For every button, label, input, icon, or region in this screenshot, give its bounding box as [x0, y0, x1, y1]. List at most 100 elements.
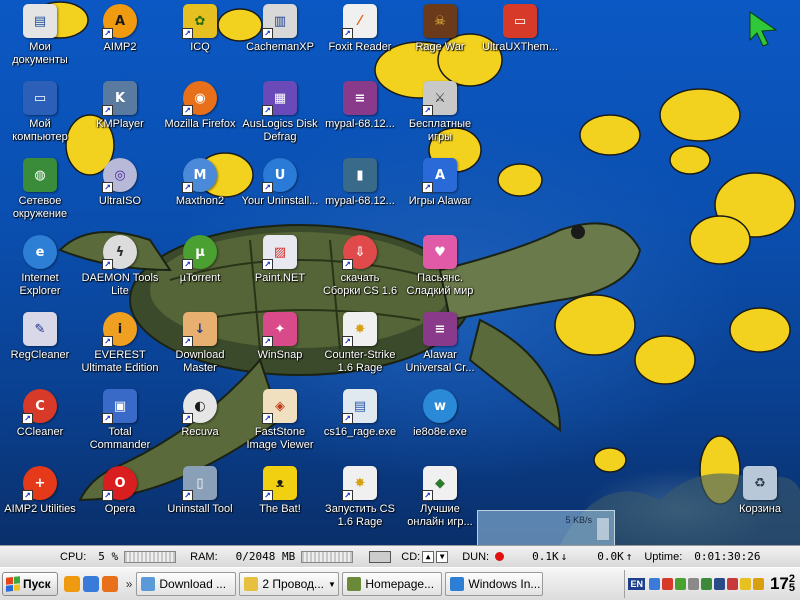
desktop-icon-network[interactable]: ◍ Сетевое окружение [1, 156, 79, 228]
task-homepage[interactable]: Homepage... [342, 572, 443, 596]
firefox-quicklaunch-icon[interactable] [101, 576, 118, 592]
desktop-icon-icq[interactable]: ✿ ↗ ICQ [161, 2, 239, 74]
online-games-icon: ◆ ↗ [422, 466, 457, 501]
drive-icon[interactable] [369, 550, 392, 563]
desktop-icon-download-master[interactable]: ↓ ↗ Download Master [161, 310, 239, 382]
desktop-icon-cs16-exe[interactable]: ▤ ↗ cs16_rage.exe [321, 387, 399, 459]
desktop-icon-cachemanxp[interactable]: ▥ ↗ CachemanXP [241, 2, 319, 74]
network-speed-widget[interactable]: 5 KB/s [477, 510, 615, 545]
clock[interactable]: 17 2 5 [770, 574, 795, 594]
desktop-icon-utorrent[interactable]: µ ↗ µTorrent [161, 233, 239, 305]
desktop-icon-solitaire[interactable]: ♥ Пасьянс. Сладкий мир [401, 233, 479, 305]
shortcut-arrow-icon: ↗ [182, 182, 193, 193]
desktop-icon-recycle-bin[interactable]: ♻ Корзина [721, 464, 799, 536]
task-download-master[interactable]: Download ... [136, 572, 237, 596]
uptime-label: Uptime: [644, 550, 683, 563]
desktop-icon-mypal-folder[interactable]: ▮ mypal-68.12... [321, 156, 399, 228]
quick-launch-overflow-button[interactable]: » [126, 577, 133, 591]
dun-download-value: 0.1K [532, 550, 559, 563]
desktop-icon-my-documents[interactable]: ▤ Мои документы [1, 2, 79, 74]
ie8-exe-icon: w [423, 389, 457, 423]
desktop-icon-auslogics-defrag[interactable]: ▦ ↗ AusLogics Disk Defrag [241, 79, 319, 151]
winrar-archive-icon: ≡ [343, 81, 377, 115]
solitaire-icon: ♥ [423, 235, 457, 269]
safely-remove-tray-icon[interactable] [700, 578, 712, 590]
rage-war-icon: ☠ [423, 4, 457, 38]
dun-label: DUN: [462, 550, 490, 563]
desktop-icon-aimp2-utilities[interactable]: + ↗ AIMP2 Utilities [1, 464, 79, 536]
desktop-icon-alawar-games[interactable]: A ↗ Игры Alawar [401, 156, 479, 228]
recuva-icon: ◐ ↗ [182, 389, 217, 424]
start-button[interactable]: Пуск [2, 572, 58, 596]
recycle-bin-icon: ♻ [743, 466, 777, 500]
ram-meter [301, 550, 354, 563]
shortcut-arrow-icon: ↗ [342, 413, 353, 424]
desktop-icon-rage-war[interactable]: ☠ Rage War [401, 2, 479, 74]
shortcut-arrow-icon: ↗ [22, 490, 33, 501]
task-windows-internet[interactable]: Windows In... [445, 572, 544, 596]
desktop-icon-total-commander[interactable]: ▣ ↗ Total Commander [81, 387, 159, 459]
desktop-icon-ultraiso[interactable]: ◎ ↗ UltraISO [81, 156, 159, 228]
desktop-icon-my-computer[interactable]: ▭ Мой компьютер [1, 79, 79, 151]
desktop-icon-the-bat[interactable]: ᴥ ↗ The Bat! [241, 464, 319, 536]
desktop-icon-free-games[interactable]: ⚔ ↗ Бесплатные игры [401, 79, 479, 151]
desktop-icon-launch-cs[interactable]: ✸ ↗ Запустить CS 1.6 Rage [321, 464, 399, 536]
tools-tray-icon[interactable] [752, 578, 764, 590]
desktop-icon-winsnap[interactable]: ✦ ↗ WinSnap [241, 310, 319, 382]
task-explorer[interactable]: 2 Провод... ▼ [239, 572, 340, 596]
desktop-icon-your-uninstaller[interactable]: U ↗ Your Uninstall... [241, 156, 319, 228]
aimp-quicklaunch-icon[interactable] [63, 576, 80, 592]
desktop-icon-opera[interactable]: O ↗ Opera [81, 464, 159, 536]
display-tray-icon[interactable] [713, 578, 725, 590]
transfer-arrows-icon [596, 517, 610, 541]
desktop-icon-daemon-tools[interactable]: ϟ ↗ DAEMON Tools Lite [81, 233, 159, 305]
cs16-exe-icon: ▤ ↗ [342, 389, 377, 424]
shortcut-arrow-icon: ↗ [102, 490, 113, 501]
utorrent-tray-icon[interactable] [674, 578, 686, 590]
desktop-icon-ccleaner[interactable]: C ↗ CCleaner [1, 387, 79, 459]
faststone-icon: ◈ ↗ [262, 389, 297, 424]
winsnap-icon: ✦ ↗ [262, 312, 297, 347]
desktop-icon-firefox[interactable]: ◉ ↗ Mozilla Firefox [161, 79, 239, 151]
desktop-icon-everest[interactable]: i ↗ EVEREST Ultimate Edition [81, 310, 159, 382]
desktop-icon-aimp2[interactable]: A ↗ AIMP2 [81, 2, 159, 74]
desktop-icon-kmplayer[interactable]: K ↗ KMPlayer [81, 79, 159, 151]
desktop-icon-faststone[interactable]: ◈ ↗ FastStone Image Viewer [241, 387, 319, 459]
desktop-icon-online-games[interactable]: ◆ ↗ Лучшие онлайн игр... [401, 464, 479, 536]
desktop-icon-uninstall-tool[interactable]: ▯ ↗ Uninstall Tool [161, 464, 239, 536]
shortcut-arrow-icon: ↗ [182, 336, 193, 347]
cd-close-icon[interactable]: ▼ [436, 550, 449, 563]
download-task-icon [141, 577, 156, 591]
shortcut-arrow-icon: ↗ [102, 28, 113, 39]
desktop-icon-foxit-reader[interactable]: ⁄ ↗ Foxit Reader [321, 2, 399, 74]
desktop-icon-paint-net[interactable]: ▨ ↗ Paint.NET [241, 233, 319, 305]
shortcut-arrow-icon: ↗ [262, 105, 273, 116]
network-tray-icon[interactable] [648, 578, 660, 590]
shortcut-arrow-icon: ↗ [22, 413, 33, 424]
desktop-icon-maxthon[interactable]: M ↗ Maxthon2 [161, 156, 239, 228]
cpu-meter [124, 550, 177, 563]
utorrent-icon: µ ↗ [182, 235, 217, 270]
desktop-icon-internet-explorer[interactable]: e Internet Explorer [1, 233, 79, 305]
ccleaner-icon: C ↗ [22, 389, 57, 424]
desktop-icon-ie8-exe[interactable]: w ie8o8e.exe [401, 387, 479, 459]
internet-explorer-icon: e [23, 235, 57, 269]
antivirus-tray-icon[interactable] [661, 578, 673, 590]
desktop-icon-recuva[interactable]: ◐ ↗ Recuva [161, 387, 239, 459]
cd-eject-icon[interactable]: ▲ [422, 550, 435, 563]
desktop-icon-regcleaner[interactable]: ✎ RegCleaner [1, 310, 79, 382]
desktop-icon-ultrauxtheme[interactable]: ▭ UltraUXThem... [481, 2, 559, 74]
maxthon-icon: M ↗ [182, 158, 217, 193]
warning-tray-icon[interactable] [739, 578, 751, 590]
desktop-icon-mypal-archive[interactable]: ≡ mypal-68.12... [321, 79, 399, 151]
desktop-icon-download-cs[interactable]: ⇩ ↗ скачать Сборки CS 1.6 [321, 233, 399, 305]
lang-flag-tray-icon[interactable] [726, 578, 738, 590]
desktop-icon-alawar-installer[interactable]: ≡ Alawar Universal Cr... [401, 310, 479, 382]
show-desktop-icon[interactable] [82, 576, 99, 592]
shortcut-arrow-icon: ↗ [182, 28, 193, 39]
desktop-icon-counter-strike[interactable]: ✸ ↗ Counter-Strike 1.6 Rage [321, 310, 399, 382]
desktop[interactable]: ▤ Мои документы ▭ Мой компьютер ◍ Сетевое о… [0, 0, 800, 545]
language-indicator[interactable]: EN [628, 578, 645, 590]
taskbar: Пуск » Download ... 2 Провод... ▼ Homepa… [0, 567, 800, 600]
volume-tray-icon[interactable] [687, 578, 699, 590]
